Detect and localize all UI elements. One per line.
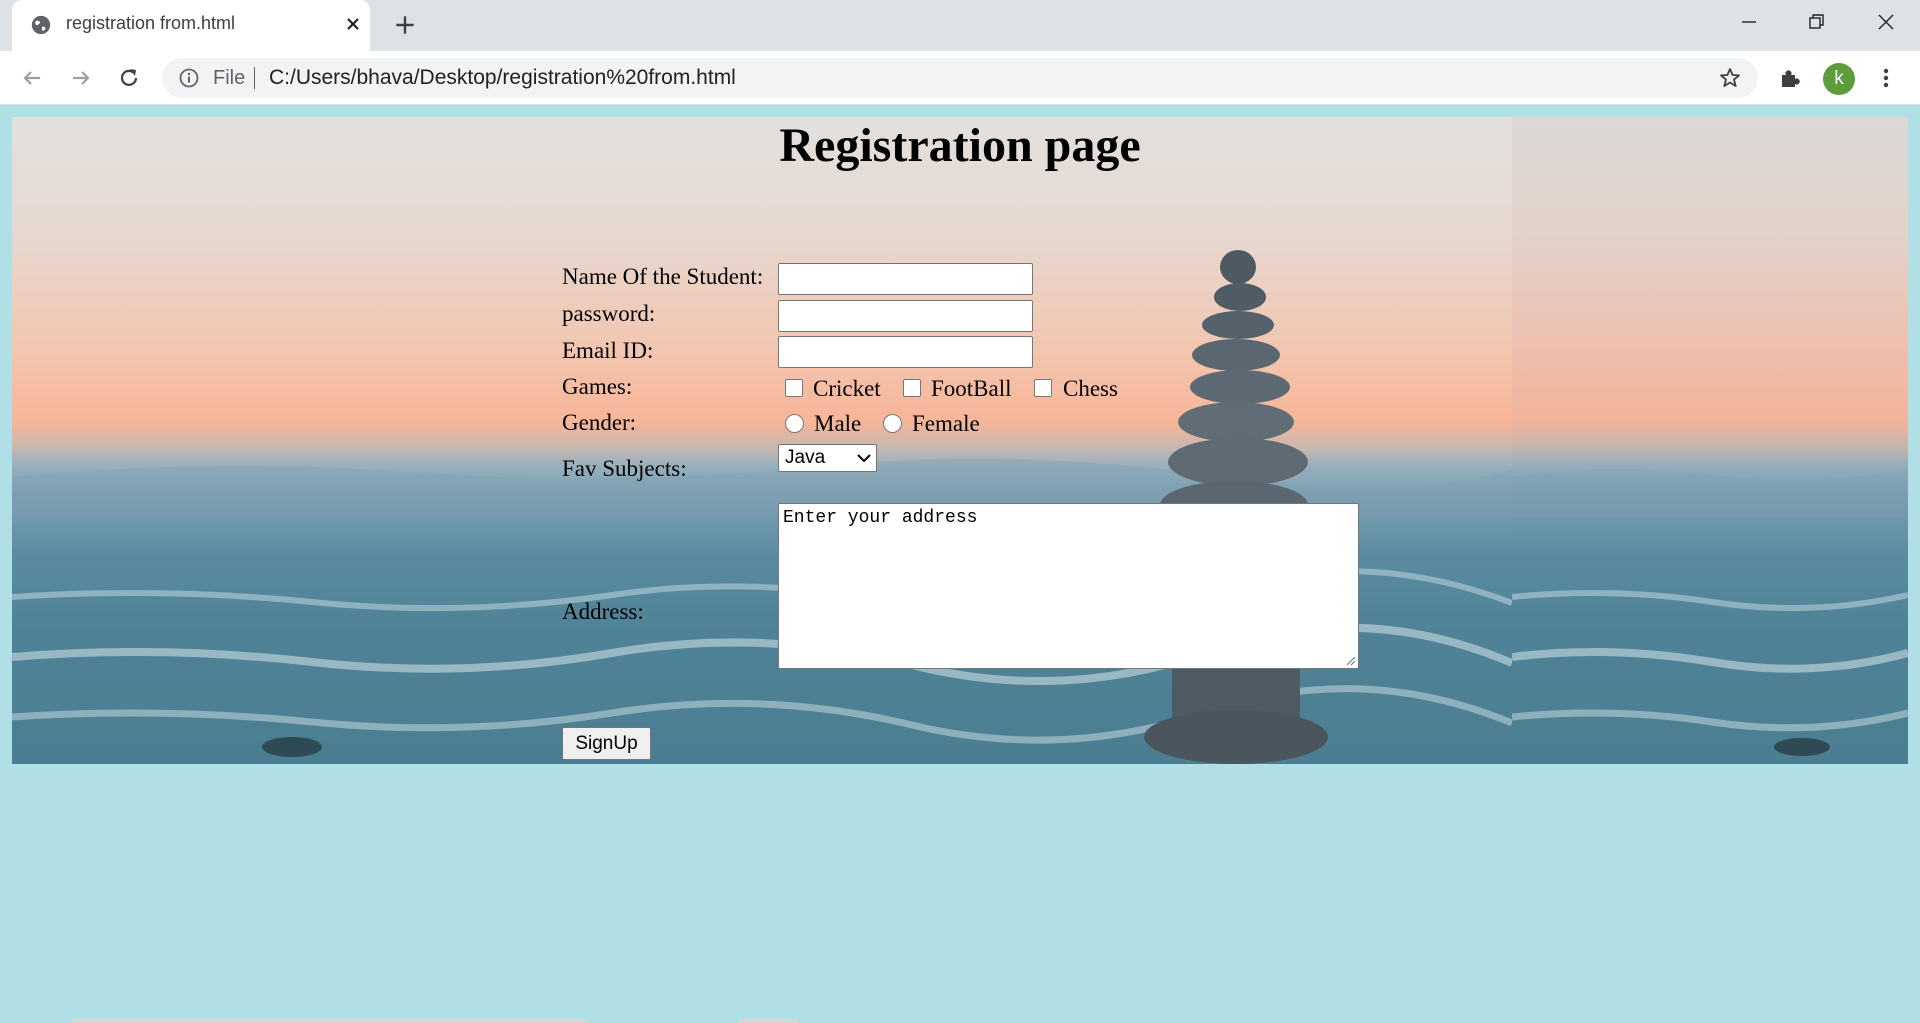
chevron-down-icon bbox=[857, 454, 871, 463]
kebab-menu-icon[interactable] bbox=[1872, 64, 1900, 92]
female-label: Female bbox=[912, 411, 980, 436]
window-close-icon[interactable] bbox=[1871, 8, 1901, 36]
email-label: Email ID: bbox=[562, 338, 654, 363]
chess-checkbox[interactable] bbox=[1034, 379, 1052, 397]
globe-icon bbox=[31, 15, 51, 35]
password-field[interactable] bbox=[778, 300, 1033, 332]
avatar[interactable]: k bbox=[1823, 63, 1855, 95]
chess-label: Chess bbox=[1063, 376, 1118, 401]
address-scheme: File bbox=[213, 67, 246, 89]
address-textarea[interactable]: Enter your address bbox=[778, 503, 1359, 669]
horizontal-scrollbar-track bbox=[72, 1019, 588, 1023]
tab-title: registration from.html bbox=[66, 13, 236, 33]
sea-waves-tile bbox=[1512, 468, 1908, 756]
female-radio[interactable] bbox=[883, 414, 902, 433]
subjects-select[interactable]: Java bbox=[778, 444, 877, 472]
male-radio[interactable] bbox=[785, 414, 804, 433]
games-label: Games: bbox=[562, 374, 633, 399]
address-bar[interactable]: File C:/Users/bhava/Desktop/registration… bbox=[162, 58, 1758, 98]
football-checkbox[interactable] bbox=[903, 379, 921, 397]
page-title: Registration page bbox=[779, 119, 1141, 172]
subjects-selected-value: Java bbox=[785, 447, 826, 468]
minimize-icon[interactable] bbox=[1734, 8, 1764, 36]
address-separator bbox=[254, 67, 255, 89]
plus-icon[interactable] bbox=[392, 12, 418, 38]
resize-grip-icon[interactable] bbox=[1344, 654, 1356, 666]
subjects-label: Fav Subjects: bbox=[562, 456, 687, 481]
back-icon[interactable] bbox=[18, 64, 46, 92]
signup-button[interactable]: SignUp bbox=[562, 727, 651, 760]
football-label: FootBall bbox=[931, 376, 1012, 401]
address-placeholder: Enter your address bbox=[783, 508, 978, 528]
name-field[interactable] bbox=[778, 263, 1033, 295]
info-icon[interactable] bbox=[178, 67, 200, 89]
cricket-checkbox[interactable] bbox=[785, 379, 803, 397]
reload-icon[interactable] bbox=[115, 64, 143, 92]
forward-icon[interactable] bbox=[67, 64, 95, 92]
gender-label: Gender: bbox=[562, 410, 637, 435]
cricket-label: Cricket bbox=[813, 376, 881, 401]
close-icon[interactable] bbox=[341, 12, 365, 36]
background-image-tile bbox=[1512, 117, 1908, 764]
name-label: Name Of the Student: bbox=[562, 264, 764, 289]
tab-strip: registration from.html bbox=[0, 0, 1920, 51]
puzzle-icon[interactable] bbox=[1776, 64, 1804, 92]
password-label: password: bbox=[562, 301, 656, 326]
address-url[interactable]: C:/Users/bhava/Desktop/registration%20fr… bbox=[269, 66, 736, 90]
male-label: Male bbox=[814, 411, 862, 436]
browser-tab[interactable]: registration from.html bbox=[12, 0, 370, 51]
restore-icon[interactable] bbox=[1801, 8, 1831, 36]
email-field[interactable] bbox=[778, 336, 1033, 368]
horizontal-scrollbar-thumb[interactable] bbox=[738, 1019, 798, 1023]
address-label: Address: bbox=[562, 599, 644, 624]
star-icon[interactable] bbox=[1718, 66, 1742, 90]
browser-toolbar: File C:/Users/bhava/Desktop/registration… bbox=[0, 51, 1920, 105]
